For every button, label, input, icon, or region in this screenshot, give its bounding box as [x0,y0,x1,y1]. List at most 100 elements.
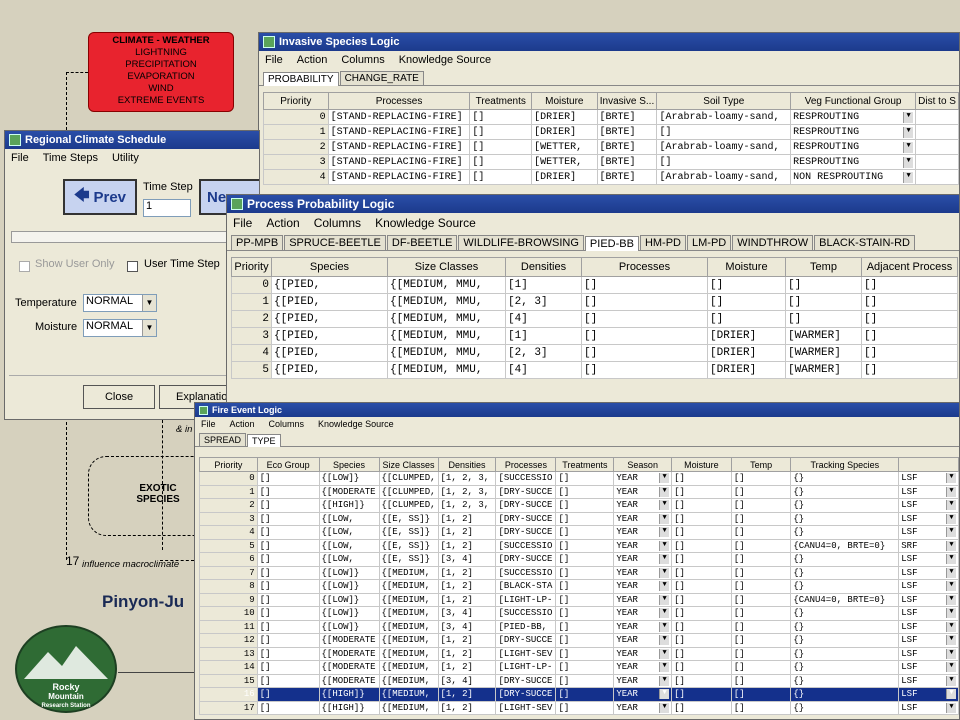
table-cell[interactable]: [SUCCESSIO [495,606,557,621]
table-cell[interactable]: [1, 2, 3, [437,484,497,499]
table-cell[interactable]: 16 [199,687,258,702]
table-cell[interactable]: {[CLUMPED, [378,484,439,499]
table-cell[interactable]: 17 [199,700,258,715]
combo-cell[interactable]: RESPROUTING ▼ [790,139,917,155]
table-cell[interactable] [915,109,959,125]
table-cell[interactable]: [] [256,633,320,648]
table-cell[interactable]: {} [790,606,900,621]
menu-knowledge-source[interactable]: Knowledge Source [375,216,476,230]
table-cell[interactable]: 13 [199,646,258,661]
climate-titlebar[interactable]: Regional Climate Schedule [5,131,259,149]
table-cell[interactable]: {[MEDIUM, MMU, [387,293,506,311]
table-row[interactable]: 3 [STAND-REPLACING-FIRE][] [WETTER, [BRTE][… [263,154,959,170]
invasive-titlebar[interactable]: Invasive Species Logic [259,33,959,51]
table-cell[interactable]: [] [671,525,732,540]
table-cell[interactable]: [DRY-SUCCE [495,511,557,526]
table-cell[interactable]: 10 [199,606,258,621]
column-header[interactable]: Invasive S... [596,92,658,110]
table-cell[interactable]: {} [790,673,900,688]
table-cell[interactable]: [] [256,592,320,607]
column-header[interactable]: Temp [785,257,862,277]
table-cell[interactable]: {[LOW]} [318,592,380,607]
table-cell[interactable]: {[MEDIUM, [378,579,439,594]
column-header[interactable]: Dist to S [915,92,959,110]
table-cell[interactable]: [] [555,687,615,702]
combo-cell[interactable]: YEAR ▼ [613,687,673,702]
table-row[interactable]: 3[] {[LOW, {[E, SS]} [1, 2] [DRY-SUCCE[] YEAR… [199,511,959,526]
combo-cell[interactable]: YEAR ▼ [613,538,673,553]
table-cell[interactable]: 1 [199,484,258,499]
table-cell[interactable]: [] [671,471,732,486]
table-cell[interactable]: {} [790,660,900,675]
column-header[interactable]: Priority [199,457,258,472]
table-cell[interactable]: [] [730,484,792,499]
table-cell[interactable] [915,154,959,170]
table-cell[interactable]: [] [671,538,732,553]
table-cell[interactable]: [] [730,579,792,594]
combo-cell[interactable]: YEAR ▼ [613,565,673,580]
combo-cell[interactable]: LSF ▼ [898,484,959,499]
table-cell[interactable]: [STAND-REPLACING-FIRE] [327,169,471,185]
table-cell[interactable]: [1, 2] [437,525,497,540]
table-cell[interactable]: [] [730,633,792,648]
table-row[interactable]: 13[] {[MODERATE {[MEDIUM, [1, 2] [LIGHT-SEV[… [199,646,959,661]
table-cell[interactable]: [] [555,579,615,594]
table-cell[interactable]: [] [581,327,708,345]
column-header[interactable]: Moisture [671,457,732,472]
table-cell[interactable]: {[LOW]} [318,471,380,486]
table-row[interactable]: 2 [STAND-REPLACING-FIRE][] [WETTER, [BRTE][… [263,139,959,155]
table-cell[interactable]: [] [671,498,732,513]
table-row[interactable]: 11[] {[LOW]} {[MEDIUM, [3, 4] [PIED-BB,[] YEA… [199,619,959,634]
table-cell[interactable]: [] [671,700,732,715]
table-cell[interactable]: {[MODERATE [318,660,380,675]
table-cell[interactable]: [3, 4] [437,606,497,621]
table-cell[interactable]: {[HIGH]} [318,498,380,513]
table-cell[interactable]: [1, 2] [437,700,497,715]
table-cell[interactable]: 1 [263,124,329,140]
table-cell[interactable]: [STAND-REPLACING-FIRE] [327,109,471,125]
table-cell[interactable]: [1, 2, 3, [437,498,497,513]
close-button[interactable]: Close [83,385,155,409]
table-cell[interactable]: {[LOW, [318,511,380,526]
table-cell[interactable]: {} [790,700,900,715]
combo-cell[interactable]: LSF ▼ [898,525,959,540]
table-cell[interactable]: [] [656,154,792,170]
table-cell[interactable]: 12 [199,633,258,648]
table-cell[interactable]: {[LOW]} [318,619,380,634]
menu-file[interactable]: File [201,419,216,429]
table-cell[interactable]: {[MEDIUM, [378,660,439,675]
table-cell[interactable]: [] [861,344,958,362]
column-header[interactable]: Season [613,457,673,472]
tab-pp-mpb[interactable]: PP-MPB [231,235,284,250]
column-header[interactable]: Species [271,257,388,277]
table-cell[interactable]: [1, 2] [437,592,497,607]
table-cell[interactable]: {[PIED, [271,293,388,311]
table-cell[interactable]: {[E, SS]} [378,552,439,567]
table-cell[interactable]: {[PIED, [271,276,388,294]
table-cell[interactable]: [] [730,592,792,607]
table-cell[interactable]: [DRY-SUCCE [495,552,557,567]
combo-cell[interactable]: LSF ▼ [898,565,959,580]
table-cell[interactable]: {} [790,511,900,526]
combo-cell[interactable]: RESPROUTING ▼ [790,154,917,170]
table-cell[interactable]: [] [555,606,615,621]
table-cell[interactable]: {[MODERATE [318,484,380,499]
menu-file[interactable]: File [233,216,252,230]
table-row[interactable]: 9[] {[LOW]} {[MEDIUM, [1, 2] [LIGHT-LP-[] YEA… [199,592,959,607]
column-header[interactable]: Temp [730,457,792,472]
column-header[interactable]: Adjacent Process [861,257,958,277]
table-cell[interactable]: [DRY-SUCCE [495,484,557,499]
table-cell[interactable]: [] [555,484,615,499]
table-cell[interactable]: [] [785,310,862,328]
table-cell[interactable]: [] [555,592,615,607]
table-cell[interactable]: [] [730,673,792,688]
table-cell[interactable]: 0 [199,471,258,486]
table-cell[interactable]: {[MEDIUM, [378,687,439,702]
table-cell[interactable]: [] [671,565,732,580]
menu-columns[interactable]: Columns [314,216,361,230]
table-cell[interactable]: [] [256,511,320,526]
column-header[interactable]: Veg Functional Group [790,92,917,110]
table-row[interactable]: 1 [] {[MODERATE {[CLUMPED, [1, 2, 3, [DRY-SUC… [199,484,959,499]
table-cell[interactable]: [] [469,169,533,185]
table-row[interactable]: 5[] {[LOW, {[E, SS]} [1, 2] [SUCCESSIO[] YEAR… [199,538,959,553]
